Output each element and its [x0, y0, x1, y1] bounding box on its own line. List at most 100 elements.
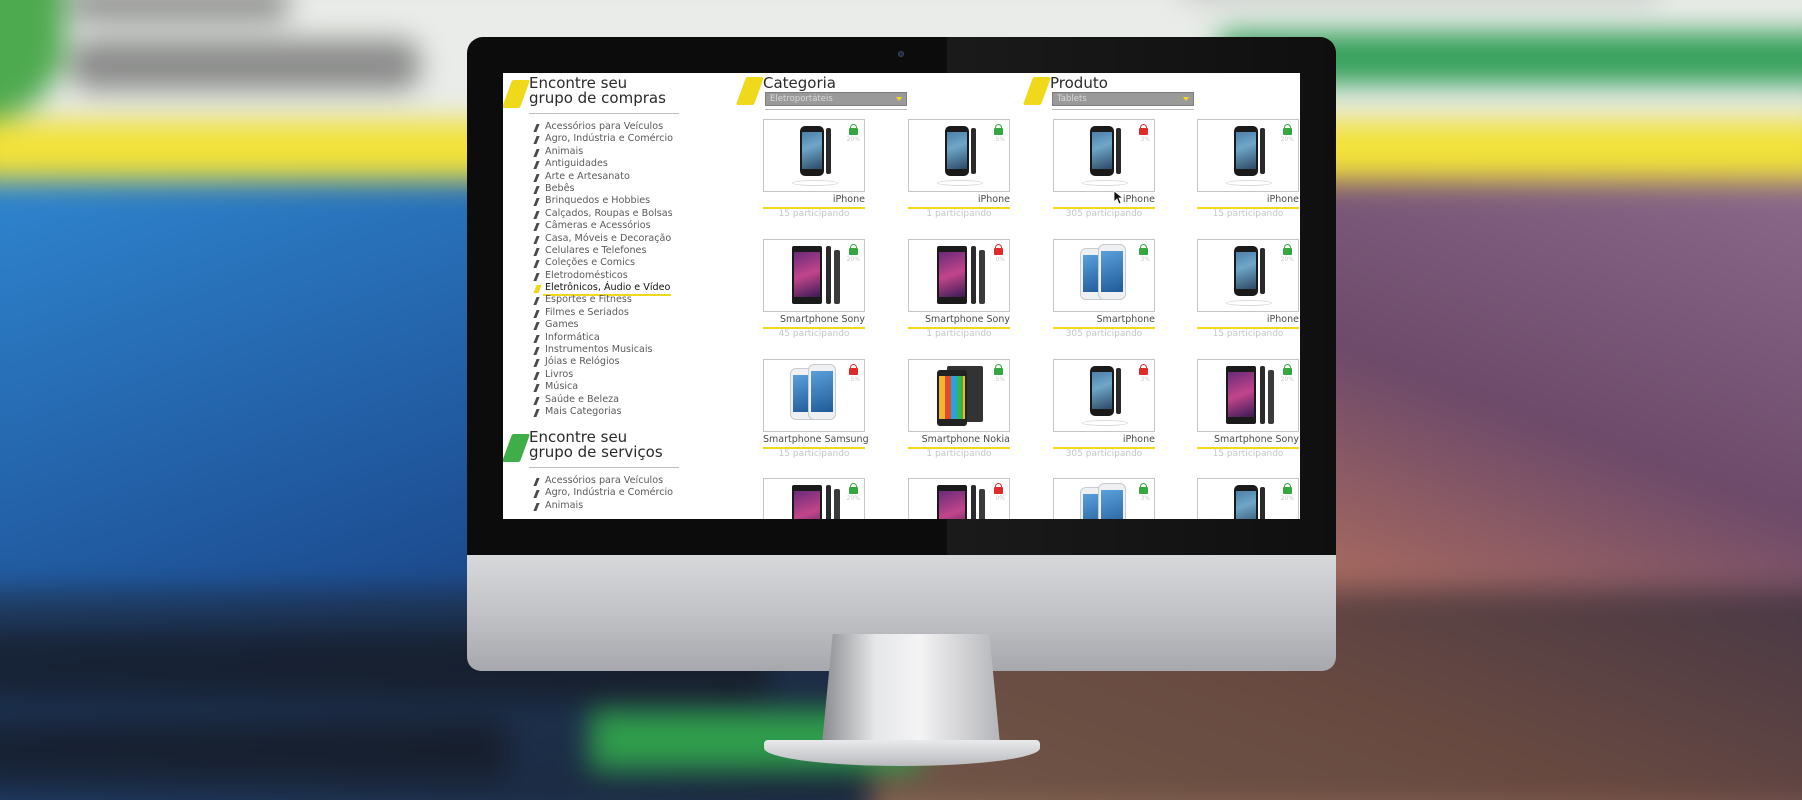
- category-link[interactable]: Instrumentos Musicais: [535, 344, 673, 356]
- product-card[interactable]: 3% Smartphone 305 participando: [1053, 239, 1155, 354]
- lock-open-icon: [849, 483, 858, 494]
- category-link[interactable]: Games: [535, 319, 673, 331]
- product-card[interactable]: 0%: [908, 478, 1010, 519]
- product-image[interactable]: 0%: [908, 239, 1010, 312]
- category-link[interactable]: Saúde e Beleza: [535, 394, 673, 406]
- category-link[interactable]: Casa, Móveis e Decoração: [535, 233, 673, 245]
- discount-percent: 0%: [995, 495, 1005, 502]
- participants-count: 1 participando: [926, 329, 992, 339]
- category-link[interactable]: Celulares e Telefones: [535, 245, 673, 257]
- product-card[interactable]: 20%: [1197, 478, 1299, 519]
- product-name[interactable]: iPhone: [1197, 314, 1299, 325]
- category-link[interactable]: Informática: [535, 332, 673, 344]
- discount-percent: 5%: [850, 376, 860, 383]
- category-link[interactable]: Acessórios para Veículos: [535, 121, 673, 133]
- category-link[interactable]: Jóias e Relógios: [535, 356, 673, 368]
- product-image[interactable]: 20%: [1197, 359, 1299, 432]
- product-image[interactable]: 20%: [1197, 119, 1299, 192]
- product-card[interactable]: 3%: [1053, 478, 1155, 519]
- product-card[interactable]: 20% iPhone 15 participando: [763, 119, 865, 234]
- category-link[interactable]: Acessórios para Veículos: [535, 475, 673, 487]
- flag-icon: [503, 80, 531, 108]
- category-link[interactable]: Arte e Artesanato: [535, 171, 673, 183]
- discount-percent: 0%: [995, 256, 1005, 263]
- product-name[interactable]: iPhone: [1053, 434, 1155, 445]
- monitor-bezel: Encontre seu grupo de compras Acessórios…: [467, 37, 1336, 557]
- category-link[interactable]: Música: [535, 381, 673, 393]
- participants-count: 1 participando: [926, 209, 992, 219]
- category-link[interactable]: Coleções e Comics: [535, 257, 673, 269]
- product-select[interactable]: Tablets: [1052, 92, 1194, 106]
- category-select[interactable]: Eletroportáteis: [765, 92, 907, 106]
- category-link[interactable]: Eletrônicos, Áudio e Vídeo: [535, 282, 673, 297]
- product-name[interactable]: Smartphone Sony: [1197, 434, 1299, 445]
- product-name[interactable]: iPhone: [908, 194, 1010, 205]
- product-name[interactable]: Smartphone Sony: [908, 314, 1010, 325]
- discount-percent: 5%: [995, 136, 1005, 143]
- services-section-title: Encontre seu grupo de serviços: [529, 430, 663, 460]
- product-card[interactable]: 20% Smartphone Sony 15 participando: [1197, 359, 1299, 474]
- product-image[interactable]: 20%: [1197, 239, 1299, 312]
- product-image[interactable]: 20%: [763, 478, 865, 519]
- category-link[interactable]: Agro, Indústria e Comércio: [535, 133, 673, 145]
- product-filter: Produto Tablets: [1022, 73, 1198, 113]
- category-link[interactable]: Bebês: [535, 183, 673, 195]
- product-card[interactable]: 5% Smartphone Samsung 15 participando: [763, 359, 869, 474]
- flag-icon: [1022, 77, 1052, 105]
- product-name[interactable]: iPhone: [1197, 194, 1299, 205]
- product-name[interactable]: Smartphone Nokia: [908, 434, 1010, 445]
- monitor-stand: [822, 634, 1000, 744]
- product-card[interactable]: 3% iPhone 305 participando: [1053, 359, 1155, 474]
- product-card[interactable]: 20% iPhone 15 participando: [1197, 239, 1299, 354]
- product-image[interactable]: 5%: [763, 359, 865, 432]
- services-category-list: Acessórios para Veículos Agro, Indústria …: [535, 475, 673, 512]
- category-link[interactable]: Eletrodomésticos: [535, 270, 673, 282]
- category-link[interactable]: Câmeras e Acessórios: [535, 220, 673, 232]
- product-image[interactable]: 3%: [1053, 478, 1155, 519]
- category-link[interactable]: Esportes e Fitness: [535, 294, 673, 306]
- product-name[interactable]: Smartphone: [1053, 314, 1155, 325]
- product-card[interactable]: 5% Smartphone Nokia 1 participando: [908, 359, 1010, 474]
- monitor: Encontre seu grupo de compras Acessórios…: [467, 37, 1336, 671]
- product-name[interactable]: iPhone: [1053, 194, 1155, 205]
- category-link[interactable]: Animais: [535, 146, 673, 158]
- chevron-down-icon: [896, 97, 902, 101]
- lock-open-icon: [994, 124, 1003, 135]
- product-image[interactable]: 20%: [763, 239, 865, 312]
- product-image[interactable]: 20%: [1197, 478, 1299, 519]
- product-image[interactable]: 3%: [1053, 239, 1155, 312]
- sidebar: Encontre seu grupo de compras Acessórios…: [503, 73, 738, 519]
- category-link[interactable]: Mais Categorias: [535, 406, 673, 418]
- product-image[interactable]: 5%: [908, 359, 1010, 432]
- product-card[interactable]: 20%: [763, 478, 865, 519]
- product-image[interactable]: 0%: [908, 478, 1010, 519]
- category-filter: Categoria Eletroportáteis: [735, 73, 911, 113]
- product-image[interactable]: 5%: [908, 119, 1010, 192]
- lock-closed-icon: [1139, 364, 1148, 375]
- category-link[interactable]: Calçados, Roupas e Bolsas: [535, 208, 673, 220]
- participants-count: 1 participando: [926, 449, 992, 459]
- product-card[interactable]: 5% iPhone 1 participando: [908, 119, 1010, 234]
- shopping-section-header: Encontre seu grupo de compras: [503, 76, 679, 118]
- product-card[interactable]: 3% iPhone 305 participando: [1053, 119, 1155, 234]
- category-link[interactable]: Livros: [535, 369, 673, 381]
- chevron-down-icon: [1183, 97, 1189, 101]
- product-card[interactable]: 20% Smartphone Sony 45 participando: [763, 239, 865, 354]
- product-card[interactable]: 0% Smartphone Sony 1 participando: [908, 239, 1010, 354]
- category-link[interactable]: Animais: [535, 500, 673, 512]
- product-card[interactable]: 20% iPhone 15 participando: [1197, 119, 1299, 234]
- discount-percent: 20%: [846, 136, 860, 143]
- discount-percent: 20%: [846, 256, 860, 263]
- product-name[interactable]: iPhone: [763, 194, 865, 205]
- participants-count: 305 participando: [1065, 209, 1143, 219]
- product-image[interactable]: 3%: [1053, 359, 1155, 432]
- category-link[interactable]: Agro, Indústria e Comércio: [535, 487, 673, 499]
- product-name[interactable]: Smartphone Samsung: [763, 434, 869, 445]
- category-link[interactable]: Antiguidades: [535, 158, 673, 170]
- product-name[interactable]: Smartphone Sony: [763, 314, 865, 325]
- category-link[interactable]: Brinquedos e Hobbies: [535, 195, 673, 207]
- product-image[interactable]: 3%: [1053, 119, 1155, 192]
- category-link[interactable]: Filmes e Seriados: [535, 307, 673, 319]
- product-image[interactable]: 20%: [763, 119, 865, 192]
- lock-open-icon: [1283, 244, 1292, 255]
